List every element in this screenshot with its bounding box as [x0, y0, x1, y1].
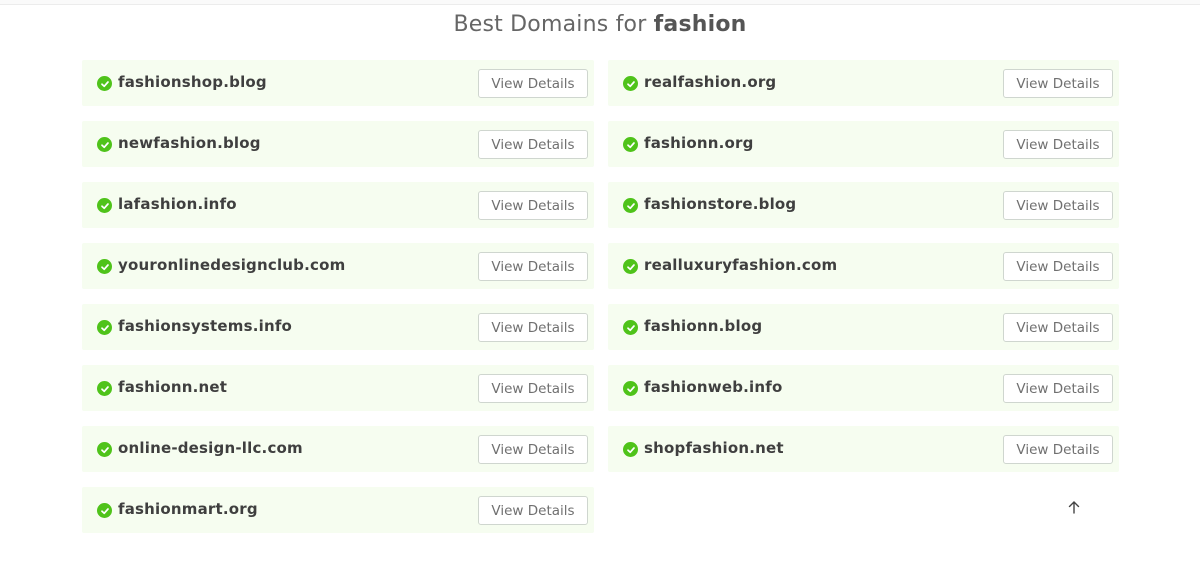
view-details-button[interactable]: View Details — [1003, 435, 1113, 464]
domain-card: lafashion.info View Details — [82, 182, 594, 228]
domain-card: shopfashion.net View Details — [608, 426, 1119, 472]
domain-name[interactable]: shopfashion.net — [644, 439, 784, 457]
domain-card: fashionn.blog View Details — [608, 304, 1119, 350]
domain-name[interactable]: fashionmart.org — [118, 500, 258, 518]
domain-card: fashionn.org View Details — [608, 121, 1119, 167]
top-divider — [0, 0, 1200, 5]
view-details-button[interactable]: View Details — [478, 496, 588, 525]
check-circle-icon — [97, 503, 112, 518]
check-circle-icon — [623, 320, 638, 335]
check-circle-icon — [97, 320, 112, 335]
domain-card: fashionstore.blog View Details — [608, 182, 1119, 228]
view-details-button[interactable]: View Details — [1003, 374, 1113, 403]
check-circle-icon — [97, 137, 112, 152]
domain-card: fashionshop.blog View Details — [82, 60, 594, 106]
domain-name[interactable]: fashionweb.info — [644, 378, 783, 396]
domain-name[interactable]: fashionstore.blog — [644, 195, 796, 213]
check-circle-icon — [623, 381, 638, 396]
view-details-button[interactable]: View Details — [478, 252, 588, 281]
domain-name[interactable]: youronlinedesignclub.com — [118, 256, 345, 274]
view-details-button[interactable]: View Details — [1003, 191, 1113, 220]
check-circle-icon — [623, 259, 638, 274]
domain-card: realluxuryfashion.com View Details — [608, 243, 1119, 289]
view-details-button[interactable]: View Details — [478, 313, 588, 342]
domain-card: newfashion.blog View Details — [82, 121, 594, 167]
view-details-button[interactable]: View Details — [478, 69, 588, 98]
domain-card: online-design-llc.com View Details — [82, 426, 594, 472]
title-keyword: fashion — [653, 12, 747, 37]
view-details-button[interactable]: View Details — [478, 435, 588, 464]
check-circle-icon — [97, 259, 112, 274]
domain-name[interactable]: newfashion.blog — [118, 134, 261, 152]
check-circle-icon — [97, 76, 112, 91]
domain-name[interactable]: fashionn.blog — [644, 317, 762, 335]
domain-card: fashionweb.info View Details — [608, 365, 1119, 411]
view-details-button[interactable]: View Details — [478, 374, 588, 403]
title-prefix: Best Domains for — [453, 12, 647, 37]
check-circle-icon — [623, 76, 638, 91]
domain-name[interactable]: lafashion.info — [118, 195, 237, 213]
page-title: Best Domains for fashion — [0, 12, 1200, 37]
domain-card: fashionsystems.info View Details — [82, 304, 594, 350]
check-circle-icon — [623, 442, 638, 457]
domain-card: fashionn.net View Details — [82, 365, 594, 411]
view-details-button[interactable]: View Details — [1003, 313, 1113, 342]
arrow-up-icon[interactable] — [1066, 499, 1082, 515]
domain-name[interactable]: fashionn.org — [644, 134, 754, 152]
domain-name[interactable]: fashionsystems.info — [118, 317, 292, 335]
check-circle-icon — [97, 442, 112, 457]
domain-name[interactable]: realluxuryfashion.com — [644, 256, 837, 274]
view-details-button[interactable]: View Details — [1003, 252, 1113, 281]
check-circle-icon — [623, 198, 638, 213]
view-details-button[interactable]: View Details — [1003, 130, 1113, 159]
domain-card: fashionmart.org View Details — [82, 487, 594, 533]
view-details-button[interactable]: View Details — [478, 130, 588, 159]
domain-name[interactable]: fashionshop.blog — [118, 73, 267, 91]
domain-name[interactable]: fashionn.net — [118, 378, 227, 396]
check-circle-icon — [97, 198, 112, 213]
domain-name[interactable]: realfashion.org — [644, 73, 776, 91]
check-circle-icon — [97, 381, 112, 396]
check-circle-icon — [623, 137, 638, 152]
domain-card: youronlinedesignclub.com View Details — [82, 243, 594, 289]
domain-name[interactable]: online-design-llc.com — [118, 439, 303, 457]
view-details-button[interactable]: View Details — [1003, 69, 1113, 98]
domain-card: realfashion.org View Details — [608, 60, 1119, 106]
view-details-button[interactable]: View Details — [478, 191, 588, 220]
